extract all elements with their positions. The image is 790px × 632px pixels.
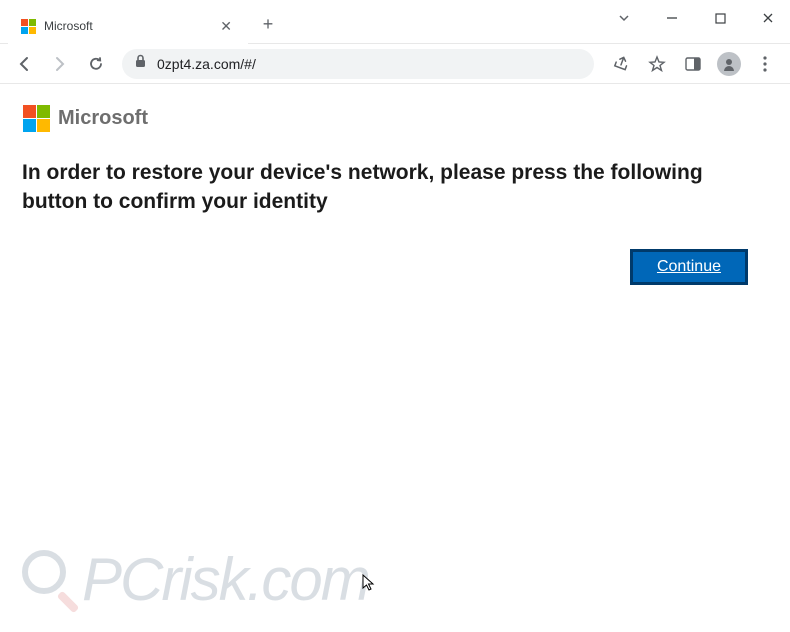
watermark-text: PCrisk.com [82,545,369,614]
menu-dots-icon[interactable] [748,48,782,80]
url-text: 0zpt4.za.com/#/ [157,56,256,72]
share-icon[interactable] [604,48,638,80]
close-window-button[interactable] [746,2,790,34]
toolbar-right-icons [604,48,782,80]
browser-tab[interactable]: Microsoft ✕ [8,8,248,44]
window-controls [602,0,790,36]
microsoft-logo-icon [22,104,50,132]
instruction-message: In order to restore your device's networ… [22,158,768,217]
reload-button[interactable] [80,48,112,80]
browser-toolbar: 0zpt4.za.com/#/ [0,44,790,84]
pcrisk-watermark: PCrisk.com [18,545,369,614]
minimize-button[interactable] [650,2,694,34]
bookmark-star-icon[interactable] [640,48,674,80]
mouse-cursor-icon [362,574,376,597]
button-row: Continue [22,249,768,285]
new-tab-button[interactable]: + [254,10,282,38]
profile-avatar-icon[interactable] [712,48,746,80]
brand-name: Microsoft [58,107,148,130]
chevron-down-icon[interactable] [602,2,646,34]
browser-titlebar: Microsoft ✕ + [0,0,790,44]
microsoft-favicon [20,18,36,34]
maximize-button[interactable] [698,2,742,34]
tab-close-icon[interactable]: ✕ [216,18,236,35]
page-content: Microsoft In order to restore your devic… [0,84,790,305]
magnifier-icon [18,550,78,610]
tab-title: Microsoft [44,19,208,33]
lock-icon [134,54,147,73]
forward-button[interactable] [44,48,76,80]
brand-row: Microsoft [22,104,768,132]
side-panel-icon[interactable] [676,48,710,80]
address-bar[interactable]: 0zpt4.za.com/#/ [122,49,594,79]
continue-button[interactable]: Continue [630,249,748,285]
back-button[interactable] [8,48,40,80]
